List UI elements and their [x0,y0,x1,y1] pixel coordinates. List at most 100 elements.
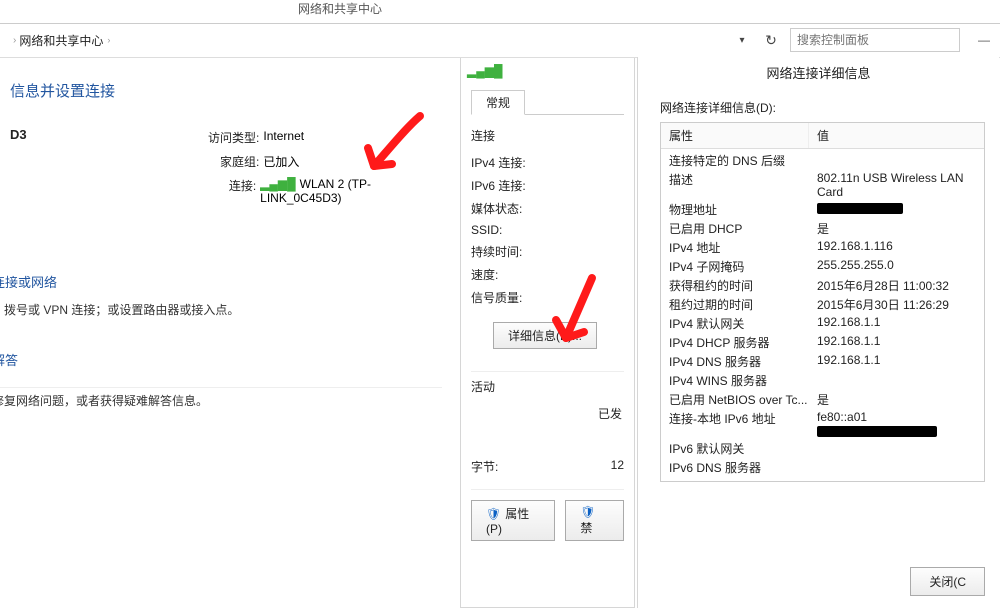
value-cell: 2015年6月28日 11:00:32 [817,277,976,294]
status-field: IPv4 连接: [471,154,624,171]
troubleshoot-link[interactable]: 解答 [0,350,442,369]
minimize-button[interactable]: — [968,30,1000,50]
field-label: 信号质量: [471,289,546,306]
value-cell [817,440,976,457]
toolbar: › 网络和共享中心 › ▾ ↻ — [0,25,1000,55]
homegroup-link[interactable]: 已加入 [263,153,299,170]
search-input[interactable] [790,28,960,52]
add-connection-text: 、拨号或 VPN 连接；或设置路由器或接入点。 [0,301,442,318]
property-cell: 连接特定的 DNS 后缀 [669,152,817,169]
property-cell: IPv4 默认网关 [669,315,817,332]
sent-label: 已发 [471,405,624,422]
property-cell: 物理地址 [669,201,817,218]
connection-label: 连接: [199,177,256,205]
status-field: SSID: [471,223,624,237]
col-property[interactable]: 属性 [661,123,809,148]
status-field: 速度: [471,266,624,283]
section-title: 信息并设置连接 [10,80,442,101]
redacted-text [817,426,937,437]
value-cell [817,372,976,389]
connection-fields: IPv4 连接: IPv6 连接: 媒体状态: SSID: 持续时间: 速度: 信号质量: [471,154,624,306]
access-type-label: 访问类型: [199,129,259,146]
add-connection-link[interactable]: 连接或网络 [0,272,442,291]
table-row: IPv4 地址192.168.1.116 [661,238,984,257]
value-cell: 192.168.1.1 [817,334,976,351]
chevron-right-icon: › [107,35,110,45]
property-cell: 描述 [669,171,817,199]
field-label: SSID: [471,223,546,237]
tab-general[interactable]: 常规 [471,90,525,115]
field-label: 持续时间: [471,243,546,260]
network-center-pane: 信息并设置连接 D3 访问类型: Internet 家庭组: 已加入 连接: ▂… [0,58,452,419]
bytes-label: 字节: [471,458,546,475]
table-row: IPv4 子网掩码255.255.255.0 [661,257,984,276]
property-cell: IPv4 地址 [669,239,817,256]
addressbar-dropdown-icon[interactable]: ▾ [736,35,752,46]
signal-icon: ▂▄▆█ [260,177,295,191]
refresh-icon: ↻ [765,32,777,49]
table-row: IPv4 DHCP 服务器192.168.1.1 [661,333,984,352]
access-type-value: Internet [263,129,304,146]
field-label: IPv6 连接: [471,177,546,194]
property-cell: 租约过期的时间 [669,296,817,313]
field-label: 速度: [471,266,546,283]
network-details-dialog: 网络连接详细信息 网络连接详细信息(D): 属性 值 连接特定的 DNS 后缀描… [637,57,999,608]
breadcrumb-separator-icon: › [13,35,16,46]
breadcrumb-text: 网络和共享中心 [19,32,103,49]
status-field: 媒体状态: [471,200,624,217]
details-table: 属性 值 连接特定的 DNS 后缀描述802.11n USB Wireless … [660,122,985,482]
bytes-value: 12 [546,458,624,475]
table-row: 描述802.11n USB Wireless LAN Card [661,170,984,200]
property-cell: IPv4 DHCP 服务器 [669,334,817,351]
wlan-status-dialog: ▂▄▆█ 常规 连接 IPv4 连接: IPv6 连接: 媒体状态: SSID: 持续时… [460,58,635,608]
status-field: IPv6 连接: [471,177,624,194]
details-button[interactable]: 详细信息(E)... [493,322,597,349]
table-row: 租约过期的时间2015年6月30日 11:26:29 [661,295,984,314]
signal-icon: ▂▄▆█ [467,64,502,78]
field-label: IPv4 连接: [471,154,546,171]
group-activity: 活动 [471,378,624,395]
window-title: 网络和共享中心 [298,0,382,17]
value-cell [817,201,976,218]
status-field: 信号质量: [471,289,624,306]
details-caption: 网络连接详细信息(D): [660,99,985,116]
value-cell: 是 [817,220,976,237]
status-field: 持续时间: [471,243,624,260]
uac-shield-icon: 🛡 [580,505,595,519]
redacted-text [817,203,903,214]
table-row: IPv6 默认网关 [661,439,984,458]
value-cell [817,459,976,476]
value-cell: 192.168.1.116 [817,239,976,256]
property-cell: IPv4 子网掩码 [669,258,817,275]
table-row: 连接特定的 DNS 后缀 [661,151,984,170]
table-row: IPv4 WINS 服务器 [661,371,984,390]
properties-button[interactable]: 🛡属性(P) [471,500,555,541]
field-label: 媒体状态: [471,200,546,217]
table-row: IPv6 DNS 服务器 [661,458,984,477]
troubleshoot-text: 修复网络问题，或者获得疑难解答信息。 [0,392,442,409]
table-row: 物理地址 [661,200,984,219]
value-cell: 192.168.1.1 [817,353,976,370]
table-row: 已启用 NetBIOS over Tc...是 [661,390,984,409]
connection-link[interactable]: ▂▄▆█WLAN 2 (TP-LINK_0C45D3) [260,177,442,205]
table-row: IPv4 DNS 服务器192.168.1.1 [661,352,984,371]
table-row: 获得租约的时间2015年6月28日 11:00:32 [661,276,984,295]
breadcrumb[interactable]: › 网络和共享中心 › [0,27,115,53]
uac-shield-icon: 🛡 [486,507,501,521]
close-button[interactable]: 关闭(C [910,567,985,596]
col-value[interactable]: 值 [809,123,984,148]
value-cell: 255.255.255.0 [817,258,976,275]
network-name: D3 [10,127,199,212]
value-cell: 802.11n USB Wireless LAN Card [817,171,976,199]
property-cell: IPv6 默认网关 [669,440,817,457]
value-cell [817,152,976,169]
refresh-button[interactable]: ↻ [758,27,784,53]
property-cell: IPv4 DNS 服务器 [669,353,817,370]
table-row: 连接-本地 IPv6 地址fe80::a01 [661,409,984,439]
disable-button[interactable]: 🛡禁 [565,500,624,541]
property-cell: 获得租约的时间 [669,277,817,294]
group-connection: 连接 [471,127,624,144]
property-cell: IPv6 DNS 服务器 [669,459,817,476]
table-row: IPv4 默认网关192.168.1.1 [661,314,984,333]
property-cell: IPv4 WINS 服务器 [669,372,817,389]
